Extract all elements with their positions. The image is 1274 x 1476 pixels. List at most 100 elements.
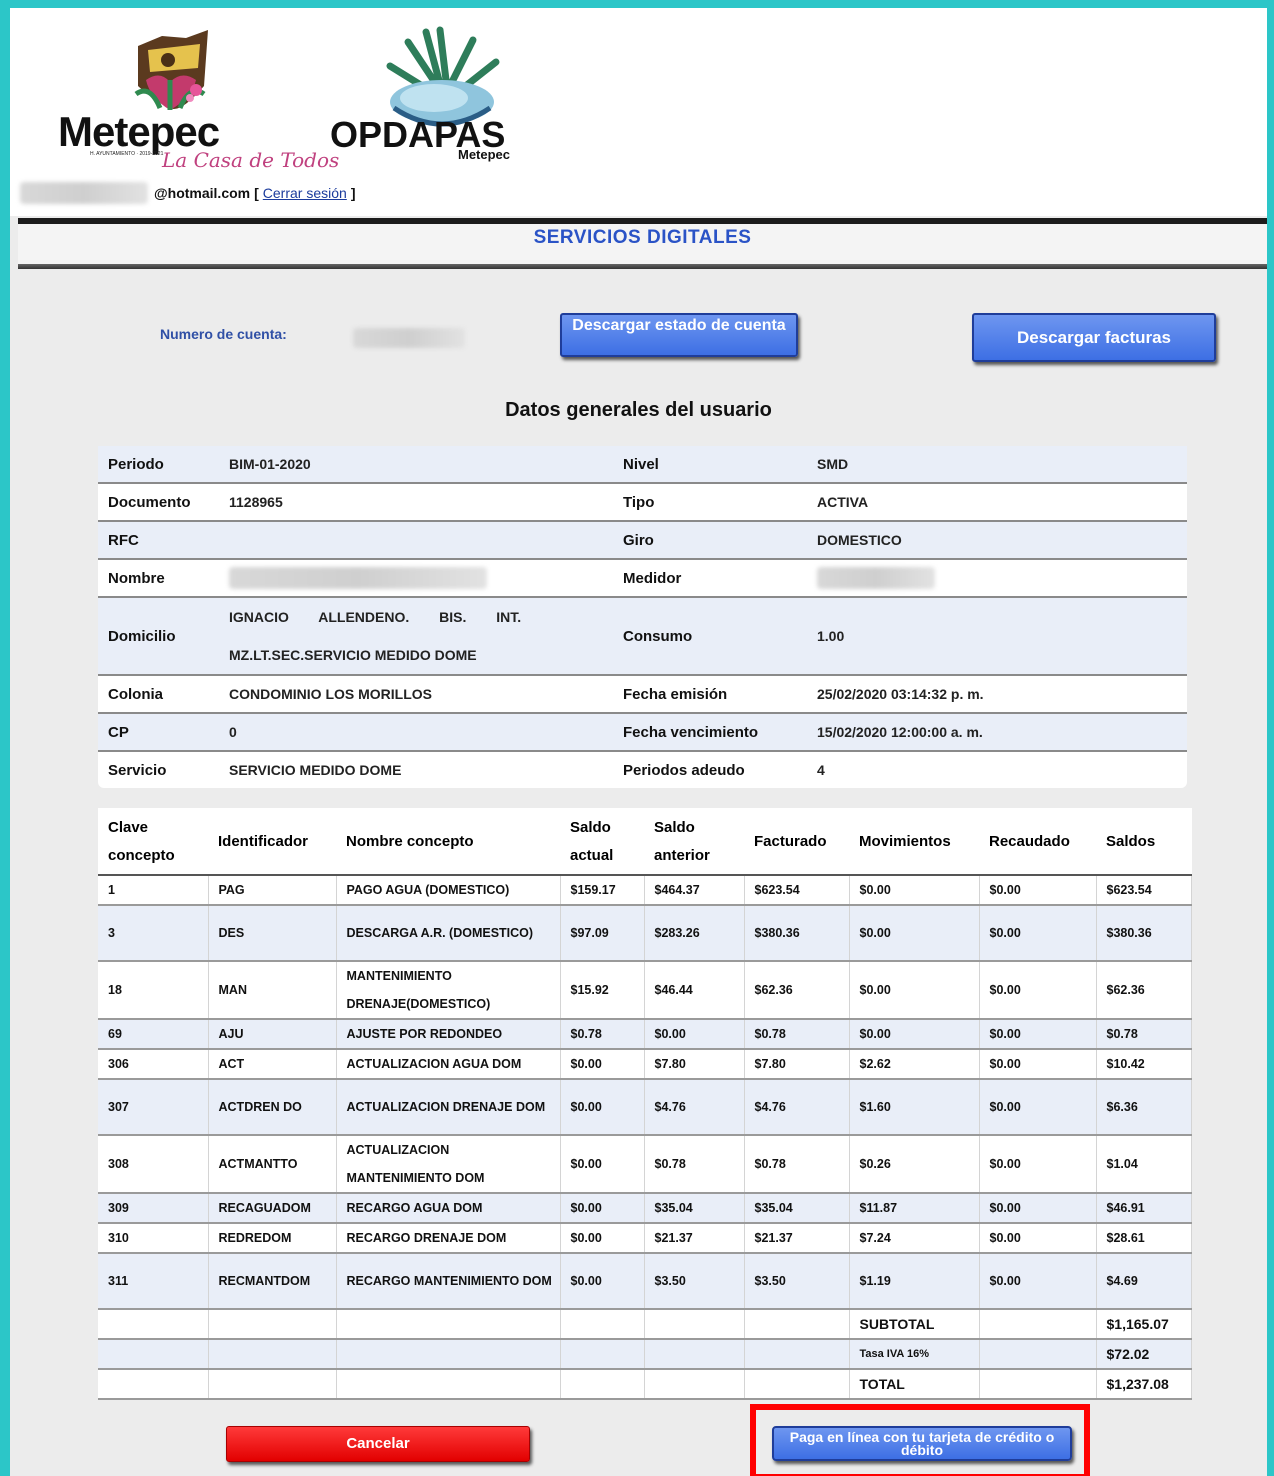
table-cell: 306	[98, 1049, 209, 1080]
field-label: Giro	[613, 521, 807, 560]
empty-cell	[744, 1369, 850, 1400]
table-cell: MAN	[208, 961, 337, 1020]
table-cell: MANTENIMIENTO DRENAJE(DOMESTICO)	[336, 961, 561, 1020]
user-email: @hotmail.com	[154, 185, 251, 201]
table-cell: $7.24	[849, 1223, 980, 1254]
table-cell: ACTDREN DO	[208, 1079, 337, 1136]
table-cell: $0.00	[979, 1079, 1097, 1136]
table-row: 308 ACTMANTTO ACTUALIZACION MANTENIMIENTO …	[98, 1135, 1192, 1194]
table-cell: $0.00	[979, 1253, 1097, 1310]
logout-link[interactable]: Cerrar sesión	[263, 185, 347, 201]
pay-online-button[interactable]: Paga en línea con tu tarjeta de crédito …	[772, 1426, 1072, 1461]
empty-cell	[98, 1309, 209, 1340]
empty-cell	[644, 1339, 745, 1370]
totals-label: TOTAL	[849, 1369, 980, 1400]
table-cell: $2.62	[849, 1049, 980, 1080]
section-title: Datos generales del usuario	[505, 399, 772, 421]
table-cell: $4.76	[744, 1079, 850, 1136]
table-cell: $35.04	[644, 1193, 745, 1224]
table-cell: $0.00	[560, 1223, 645, 1254]
empty-cell	[208, 1339, 337, 1370]
field-value: 15/02/2020 12:00:00 a. m.	[807, 713, 1187, 752]
table-cell: $0.00	[560, 1049, 645, 1080]
download-invoices-button[interactable]: Descargar facturas	[972, 313, 1216, 362]
table-cell: $0.26	[849, 1135, 980, 1194]
table-cell: $0.00	[979, 905, 1097, 962]
concepts-body: 1 PAG PAGO AGUA (DOMESTICO) $159.17 $464.37 $…	[98, 875, 1192, 1400]
table-cell: RECARGO DRENAJE DOM	[336, 1223, 561, 1254]
table-header-row: Clave concepto Identificador Nombre conc…	[98, 808, 1191, 876]
table-cell: $10.42	[1096, 1049, 1192, 1080]
download-statement-button[interactable]: Descargar estado de cuenta	[560, 313, 798, 357]
field-value: CONDOMINIO LOS MORILLOS	[219, 675, 613, 714]
table-cell: $21.37	[744, 1223, 850, 1254]
table-cell: $380.36	[1096, 905, 1192, 962]
table-cell: $15.92	[560, 961, 645, 1020]
page-frame: Metepec H. AYUNTAMIENTO · 2019-2021 La C…	[10, 8, 1267, 1476]
table-cell: $0.78	[644, 1135, 745, 1194]
table-cell: $1.60	[849, 1079, 980, 1136]
table-cell: $0.00	[849, 961, 980, 1020]
table-cell: $7.80	[644, 1049, 745, 1080]
table-cell: 3	[98, 905, 209, 962]
empty-cell	[336, 1369, 561, 1400]
totals-label: Tasa IVA 16%	[849, 1339, 980, 1370]
general-data-table: Periodo BIM-01-2020 Nivel SMD Documento …	[98, 446, 1187, 788]
totals-row: Tasa IVA 16% $72.02	[98, 1339, 1192, 1370]
title-divider	[18, 264, 1267, 269]
empty-cell	[98, 1339, 209, 1370]
field-label: Fecha emisión	[613, 675, 807, 714]
field-value: ACTIVA	[807, 483, 1187, 522]
empty-cell	[644, 1309, 745, 1340]
table-cell: $0.78	[1096, 1019, 1192, 1050]
concepts-table: Clave concepto Identificador Nombre conc…	[98, 808, 1192, 1400]
table-cell: $380.36	[744, 905, 850, 962]
table-cell: $28.61	[1096, 1223, 1192, 1254]
column-header: Identificador	[208, 808, 336, 876]
table-cell: $11.87	[849, 1193, 980, 1224]
column-header: Saldo anterior	[644, 808, 744, 876]
table-cell: AJUSTE POR REDONDEO	[336, 1019, 561, 1050]
table-cell: $0.00	[979, 1193, 1097, 1224]
table-cell: $1.19	[849, 1253, 980, 1310]
user-session-line: @hotmail.com [ Cerrar sesión ]	[20, 180, 355, 206]
empty-cell	[560, 1339, 645, 1370]
table-cell: RECAGUADOM	[208, 1193, 337, 1224]
field-value: DOMESTICO	[807, 521, 1187, 560]
opdapas-logo[interactable]	[328, 22, 558, 187]
redacted-username	[20, 182, 148, 204]
field-label: Fecha vencimiento	[613, 713, 807, 752]
totals-value: $72.02	[1096, 1339, 1192, 1370]
empty-cell	[644, 1369, 745, 1400]
table-cell: $283.26	[644, 905, 745, 962]
table-cell: $0.00	[560, 1193, 645, 1224]
column-header: Facturado	[744, 808, 849, 876]
table-cell: $0.00	[849, 905, 980, 962]
field-label: Colonia	[98, 675, 219, 714]
empty-cell	[744, 1339, 850, 1370]
field-label: Domicilio	[98, 597, 219, 676]
table-cell: AJU	[208, 1019, 337, 1050]
empty-cell	[744, 1309, 850, 1340]
table-row: CP 0 Fecha vencimiento 15/02/2020 12:00:…	[98, 713, 1187, 752]
cancel-button[interactable]: Cancelar	[226, 1426, 530, 1462]
table-cell: $6.36	[1096, 1079, 1192, 1136]
empty-cell	[979, 1339, 1097, 1370]
field-value: BIM-01-2020	[219, 446, 613, 484]
table-cell: $0.00	[849, 1019, 980, 1050]
table-cell: ACTMANTTO	[208, 1135, 337, 1194]
table-cell: DESCARGA A.R. (DOMESTICO)	[336, 905, 561, 962]
metepec-subtitle: H. AYUNTAMIENTO · 2019-2021	[90, 151, 164, 157]
table-cell: $0.00	[979, 1223, 1097, 1254]
table-cell: $46.91	[1096, 1193, 1192, 1224]
column-header: Movimientos	[849, 808, 979, 876]
table-cell: $0.00	[560, 1079, 645, 1136]
table-row: Periodo BIM-01-2020 Nivel SMD	[98, 446, 1187, 484]
totals-label: SUBTOTAL	[849, 1309, 980, 1340]
redacted-meter	[817, 567, 935, 589]
table-cell: $46.44	[644, 961, 745, 1020]
table-cell: $7.80	[744, 1049, 850, 1080]
table-cell: $0.00	[644, 1019, 745, 1050]
table-cell: $0.00	[560, 1253, 645, 1310]
table-cell: 308	[98, 1135, 209, 1194]
